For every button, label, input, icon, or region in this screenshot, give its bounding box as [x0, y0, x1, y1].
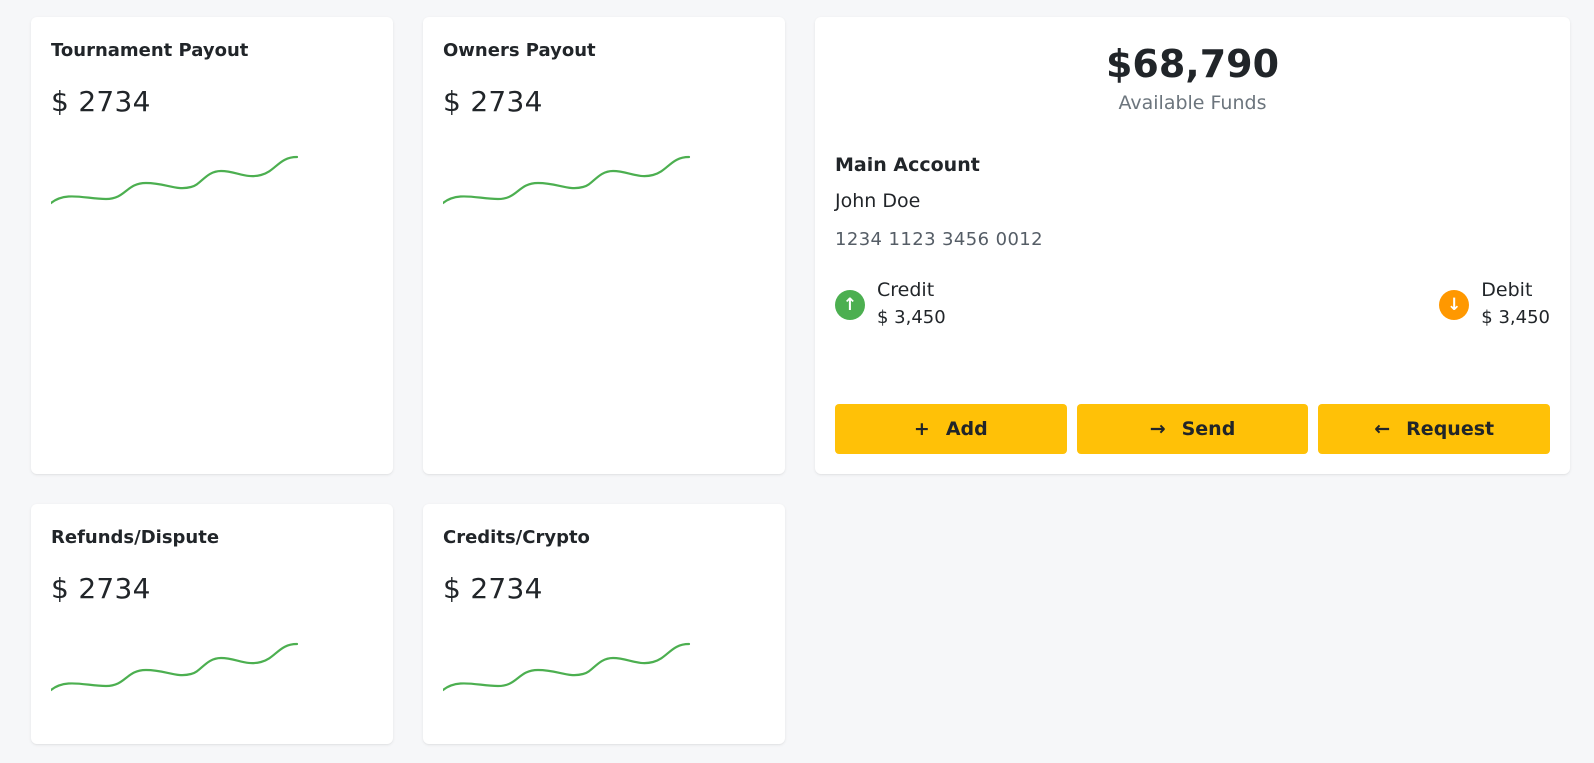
owners-payout-card: Owners Payout $ 2734 [423, 17, 785, 474]
credit-amount: $ 3,450 [877, 307, 946, 328]
sparkline-chart [51, 642, 299, 692]
card-value: $ 2734 [51, 572, 151, 605]
card-title: Tournament Payout [51, 40, 249, 61]
debit-amount: $ 3,450 [1481, 307, 1550, 328]
tournament-payout-card: Tournament Payout $ 2734 [31, 17, 393, 474]
debit-summary: ↓ Debit $ 3,450 [1439, 277, 1550, 333]
arrow-left-icon: ← [1374, 418, 1391, 440]
request-button[interactable]: ← Request [1318, 404, 1551, 454]
credit-label: Credit [877, 279, 935, 301]
send-button-label: Send [1181, 418, 1236, 440]
sparkline-chart [443, 642, 691, 692]
account-holder-name: John Doe [835, 190, 921, 212]
debit-label: Debit [1481, 279, 1533, 301]
sparkline-chart [51, 155, 299, 205]
sparkline-chart [443, 155, 691, 205]
refunds-dispute-card: Refunds/Dispute $ 2734 [31, 504, 393, 744]
plus-icon: + [913, 418, 930, 440]
funds-actions: + Add → Send ← Request [835, 404, 1551, 454]
card-title: Owners Payout [443, 40, 596, 61]
card-title: Credits/Crypto [443, 527, 590, 548]
card-value: $ 2734 [51, 85, 151, 118]
request-button-label: Request [1406, 418, 1495, 440]
account-title: Main Account [835, 154, 980, 176]
card-title: Refunds/Dispute [51, 527, 220, 548]
send-button[interactable]: → Send [1076, 404, 1309, 454]
add-button[interactable]: + Add [835, 404, 1067, 454]
credit-summary: ↑ Credit $ 3,450 [835, 277, 946, 333]
card-value: $ 2734 [443, 572, 543, 605]
credit-debit-summary: ↑ Credit $ 3,450 ↓ Debit $ 3,450 [835, 277, 1550, 337]
card-value: $ 2734 [443, 85, 543, 118]
account-number: 1234 1123 3456 0012 [835, 229, 1043, 250]
credits-crypto-card: Credits/Crypto $ 2734 [423, 504, 785, 744]
available-funds-card: $68,790 Available Funds Main Account Joh… [815, 17, 1570, 474]
add-button-label: Add [945, 418, 988, 440]
arrow-right-icon: → [1149, 418, 1166, 440]
available-funds-label: Available Funds [1118, 92, 1267, 114]
arrow-down-icon: ↓ [1439, 290, 1470, 320]
arrow-up-icon: ↑ [835, 290, 865, 320]
available-funds-amount: $68,790 [1105, 42, 1280, 86]
